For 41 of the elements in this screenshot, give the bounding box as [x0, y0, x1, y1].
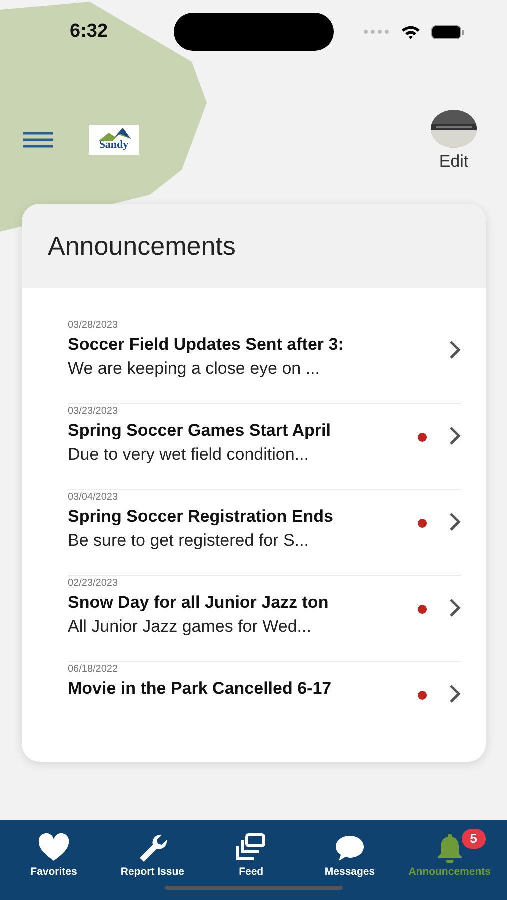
battery-icon: [431, 24, 465, 40]
announcement-row[interactable]: 03/04/2023 Spring Soccer Registration Ends Be sure to get registered for S...: [68, 490, 461, 576]
announcement-row[interactable]: 03/23/2023 Spring Soccer Games Start April Due to very wet field condition...: [68, 404, 461, 490]
announcement-date: 03/04/2023: [68, 491, 118, 505]
announcement-date: 06/18/2022: [68, 663, 118, 677]
logo: Sandy: [89, 125, 139, 155]
announcement-title: Soccer Field Updates Sent after 3:: [68, 334, 344, 356]
announcement-date: 03/28/2023: [68, 319, 118, 333]
announcement-title: Spring Soccer Registration Ends: [68, 506, 334, 528]
chevron-right-icon: [449, 340, 461, 360]
announcement-title: Snow Day for all Junior Jazz ton: [68, 592, 329, 614]
tab-button[interactable]: Report Issue: [112, 832, 193, 878]
chevron-right-icon: [449, 426, 461, 446]
announcement-title: Spring Soccer Games Start April: [68, 420, 331, 442]
tab-button[interactable]: Favorites: [14, 832, 94, 878]
status-time: 6:32: [70, 21, 110, 43]
announcement-row[interactable]: 02/23/2023 Snow Day for all Junior Jazz ton All Junior Jazz games for Wed...: [68, 576, 461, 662]
count-badge: 5: [462, 829, 486, 849]
announcement-preview: All Junior Jazz games for Wed...: [68, 616, 312, 638]
profile-button[interactable]: Edit: [431, 110, 477, 172]
chevron-right-icon: [449, 598, 461, 618]
announcement-preview: We are keeping a close eye on ...: [68, 358, 320, 380]
announcement-date: 02/23/2023: [68, 577, 118, 591]
announcement-preview: Be sure to get registered for S...: [68, 530, 309, 552]
tab-button[interactable]: Announcements 5: [408, 832, 491, 878]
tab-button[interactable]: Messages: [310, 832, 390, 878]
wifi-icon: [401, 24, 421, 40]
chevron-right-icon: [449, 684, 461, 704]
announcement-date: 03/23/2023: [68, 405, 118, 419]
menu-button[interactable]: [23, 132, 53, 148]
announcement-preview: Due to very wet field condition...: [68, 444, 309, 466]
stacked-cards-icon: [234, 832, 268, 863]
chevron-right-icon: [449, 512, 461, 532]
announcement-row[interactable]: 03/28/2023 Soccer Field Updates Sent after 3: We are keeping a close eye on ...: [68, 318, 461, 404]
announcement-title: Movie in the Park Cancelled 6-17: [68, 678, 332, 700]
tab-button[interactable]: Feed: [211, 832, 292, 878]
heart-icon: [37, 832, 71, 863]
menu-icon: [23, 132, 53, 148]
signal-icon: [364, 30, 389, 34]
card-title: Announcements: [22, 204, 486, 288]
announcement-row[interactable]: 06/18/2022 Movie in the Park Cancelled 6-17: [68, 662, 461, 712]
